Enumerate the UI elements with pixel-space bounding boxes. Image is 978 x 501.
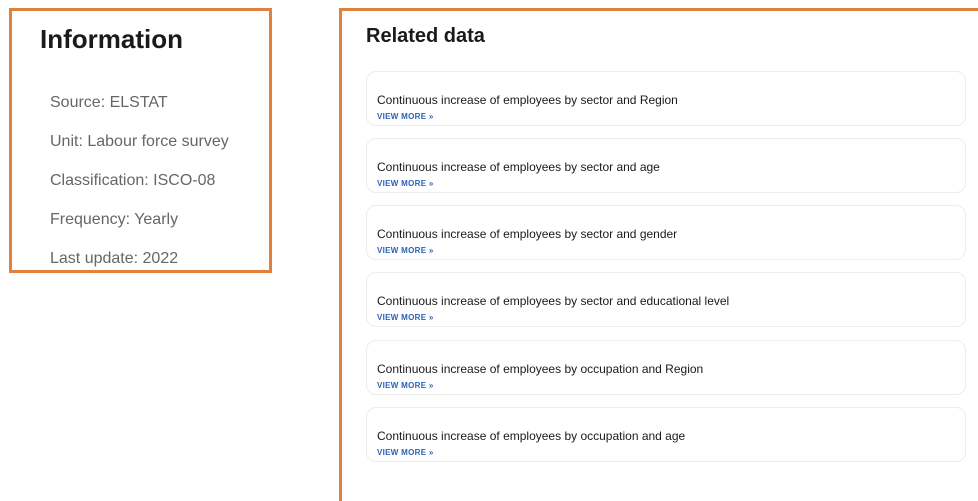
related-card-title: Continuous increase of employees by sect… [377, 227, 678, 241]
view-more-link[interactable]: VIEW MORE » [377, 179, 434, 188]
related-card-sector-region[interactable]: Continuous increase of employees by sect… [366, 71, 966, 126]
related-card-occupation-age[interactable]: Continuous increase of employees by occu… [366, 407, 966, 462]
related-card-title: Continuous increase of employees by sect… [377, 294, 730, 308]
related-card-title: Continuous increase of employees by occu… [377, 362, 704, 376]
related-card-occupation-region[interactable]: Continuous increase of employees by occu… [366, 340, 966, 395]
information-list: Source: ELSTAT Unit: Labour force survey… [50, 93, 229, 288]
related-card-sector-education[interactable]: Continuous increase of employees by sect… [366, 272, 966, 327]
related-card-sector-gender[interactable]: Continuous increase of employees by sect… [366, 205, 966, 260]
view-more-link[interactable]: VIEW MORE » [377, 313, 434, 322]
page: Information Source: ELSTAT Unit: Labour … [0, 0, 978, 501]
related-card-sector-age[interactable]: Continuous increase of employees by sect… [366, 138, 966, 193]
info-last-update: Last update: 2022 [50, 250, 179, 267]
info-source: Source: ELSTAT [50, 94, 168, 111]
related-data-panel: Related data Continuous increase of empl… [339, 8, 978, 501]
related-card-title: Continuous increase of employees by occu… [377, 429, 686, 443]
info-frequency: Frequency: Yearly [50, 211, 179, 228]
view-more-link[interactable]: VIEW MORE » [377, 112, 434, 121]
view-more-link[interactable]: VIEW MORE » [377, 381, 434, 390]
info-unit: Unit: Labour force survey [50, 133, 229, 150]
information-title: Information [40, 24, 183, 54]
related-card-title: Continuous increase of employees by sect… [377, 93, 678, 107]
info-classification: Classification: ISCO-08 [50, 172, 216, 189]
information-panel: Information Source: ELSTAT Unit: Labour … [9, 8, 272, 273]
view-more-link[interactable]: VIEW MORE » [377, 246, 434, 255]
related-card-title: Continuous increase of employees by sect… [377, 160, 660, 174]
related-data-title: Related data [366, 25, 485, 47]
view-more-link[interactable]: VIEW MORE » [377, 448, 434, 457]
